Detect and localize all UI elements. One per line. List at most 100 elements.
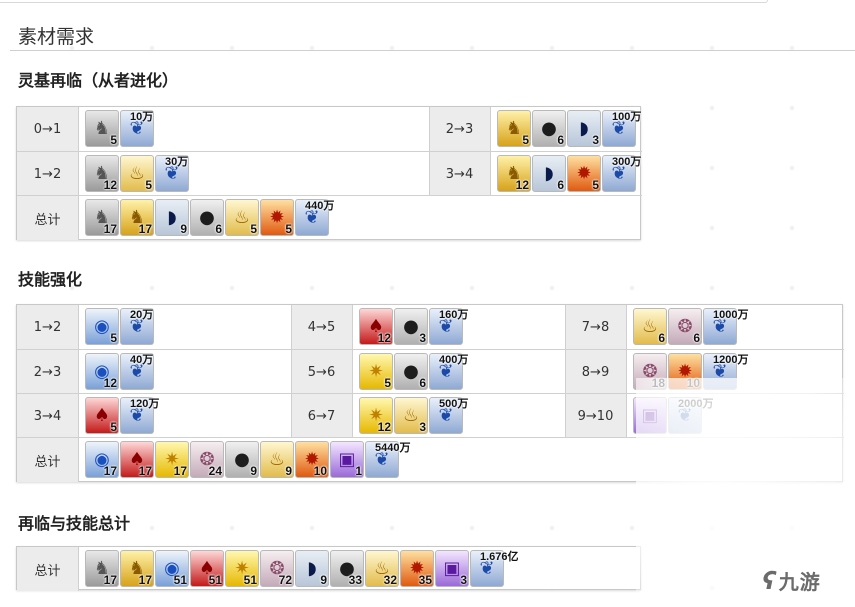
material-item[interactable]: ♠ 17 <box>120 441 154 478</box>
material-cell: ◉ 5 ❦ 20万 <box>79 305 291 349</box>
material-item[interactable]: ✹ 35 <box>400 550 434 587</box>
item-count: 17 <box>138 222 152 236</box>
material-item[interactable]: ✷ 51 <box>225 550 259 587</box>
qp-item[interactable]: ❦ 10万 <box>120 110 154 147</box>
level-label: 总计 <box>17 196 79 240</box>
material-item[interactable]: ● 6 <box>190 199 224 236</box>
qp-item[interactable]: ❦ 400万 <box>429 353 468 390</box>
qp-item[interactable]: ❦ 40万 <box>120 353 154 390</box>
item-count: 51 <box>208 573 222 587</box>
material-item[interactable]: ♞ 12 <box>85 155 119 192</box>
watermark-logo: ʕ九游 <box>759 566 821 595</box>
material-item[interactable]: ◉ 5 <box>85 308 119 345</box>
qp-item[interactable]: ❦ 30万 <box>155 155 189 192</box>
material-item[interactable]: ♞ 5 <box>497 110 531 147</box>
material-item[interactable]: ♨ 5 <box>225 199 259 236</box>
item-count: 12 <box>377 420 391 434</box>
material-item[interactable]: ✷ 17 <box>155 441 189 478</box>
level-label: 3→4 <box>429 152 491 196</box>
material-item[interactable]: ● 6 <box>532 110 566 147</box>
level-label: 9→10 <box>565 394 627 438</box>
qp-item[interactable]: ❦ 500万 <box>429 397 468 434</box>
material-item[interactable]: ● 6 <box>394 353 428 390</box>
material-item[interactable]: ♠ 12 <box>359 308 393 345</box>
qp-item[interactable]: ❦ 120万 <box>120 397 159 434</box>
material-list: ♞ 17 ♞ 17 ◉ 51 ♠ 51 ✷ 51 ❂ 72 ◗ 9 ● 33 ♨ 32 ✹ 35 ▣ 3 ❦ 1.676亿 <box>85 550 519 587</box>
item-count: 10 <box>313 464 327 478</box>
material-item[interactable]: ✷ 5 <box>359 353 393 390</box>
item-count: 5 <box>110 133 117 147</box>
item-count: 5 <box>145 178 152 192</box>
item-count: 12 <box>103 178 117 192</box>
material-item[interactable]: ❂ 6 <box>668 308 702 345</box>
material-item[interactable]: ◗ 9 <box>155 199 189 236</box>
table-row: 1→2 ◉ 5 ❦ 20万 4→5 ♠ 12 ● 3 ❦ 160万 7→8 ♨ 6 ❂ 6 ❦ 1000万 <box>17 305 844 349</box>
material-item[interactable]: ✹10 <box>295 441 329 478</box>
ascension-title: 灵基再临（从者进化） <box>18 71 179 90</box>
material-item[interactable]: ♠ 51 <box>190 550 224 587</box>
material-item[interactable]: ● 9 <box>225 441 259 478</box>
watermark-mark-icon: ʕ <box>759 567 780 595</box>
material-item[interactable]: ◗ 9 <box>295 550 329 587</box>
item-count: 17 <box>103 464 117 478</box>
column-divider <box>565 394 566 438</box>
material-item[interactable]: ✹ 5 <box>260 199 294 236</box>
qp-amount: 5440万 <box>375 442 411 454</box>
material-item[interactable]: ♞ 12 <box>497 155 531 192</box>
item-count: 17 <box>103 222 117 236</box>
column-divider <box>429 107 430 151</box>
material-item[interactable]: ♨ 9 <box>260 441 294 478</box>
total-row: 总计 ♞ 17 ♞ 17 ◗ 9 ● 6 ♨ 5 ✹ 5 ❦ 440万 <box>17 195 642 240</box>
material-item[interactable]: ◗ 6 <box>532 155 566 192</box>
qp-item[interactable]: ❦ 440万 <box>295 199 334 236</box>
grand-total-title: 再临与技能总计 <box>18 514 131 533</box>
item-count: 9 <box>285 464 292 478</box>
qp-item[interactable]: ❦ 100万 <box>602 110 641 147</box>
material-item[interactable]: ◉ 51 <box>155 550 189 587</box>
qp-item[interactable]: ❦ 300万 <box>602 155 641 192</box>
material-item[interactable]: ▣ 1 <box>330 441 364 478</box>
material-item[interactable]: ♞ 17 <box>85 550 119 587</box>
item-count: 9 <box>250 464 257 478</box>
qp-item[interactable]: ❦ 1000万 <box>703 308 748 345</box>
material-item[interactable]: ♨ 32 <box>365 550 399 587</box>
material-item[interactable]: ♨ 5 <box>120 155 154 192</box>
material-item[interactable]: ● 3 <box>394 308 428 345</box>
item-count: 6 <box>419 376 426 390</box>
material-item[interactable]: ❂ 24 <box>190 441 224 478</box>
item-count: 3 <box>419 331 426 345</box>
material-item[interactable]: ● 33 <box>330 550 364 587</box>
material-item[interactable]: ✹ 5 <box>567 155 601 192</box>
qp-item[interactable]: ❦ 5440万 <box>365 441 410 478</box>
material-item[interactable]: ♠ 5 <box>85 397 119 434</box>
material-item[interactable]: ◗ 3 <box>567 110 601 147</box>
qp-item[interactable]: ❦ 20万 <box>120 308 154 345</box>
material-item[interactable]: ♞ 17 <box>85 199 119 236</box>
level-label: 2→3 <box>429 107 491 151</box>
material-item[interactable]: ◉ 17 <box>85 441 119 478</box>
item-count: 12 <box>103 376 117 390</box>
qp-item[interactable]: ❦ 1.676亿 <box>470 550 519 587</box>
material-item[interactable]: ▣ 3 <box>435 550 469 587</box>
material-item[interactable]: ♞ 17 <box>120 550 154 587</box>
material-item[interactable]: ♨ 6 <box>633 308 667 345</box>
material-list: ◉ 5 ❦ 20万 <box>85 308 155 345</box>
level-label: 1→2 <box>17 152 79 196</box>
column-divider <box>565 305 566 349</box>
column-divider <box>429 152 430 196</box>
table-row: 0→1 ♞ 5 ❦ 10万 2→3 ♞ 5 ● 6 ◗ 3 ❦ 100万 <box>17 107 642 151</box>
material-cell: ♞ 17 ♞ 17 ◗ 9 ● 6 ♨ 5 ✹ 5 ❦ 440万 <box>79 196 642 240</box>
material-item[interactable]: ❂ 72 <box>260 550 294 587</box>
total-row: 总计 ♞ 17 ♞ 17 ◉ 51 ♠ 51 ✷ 51 ❂ 72 ◗ 9 ● 33 ♨ 32 ✹ 35 ▣ 3 ❦ 1.676亿 <box>17 547 642 591</box>
material-item[interactable]: ♞ 5 <box>85 110 119 147</box>
qp-item[interactable]: ❦ 160万 <box>429 308 468 345</box>
item-count: 5 <box>384 376 391 390</box>
material-item[interactable]: ◉ 12 <box>85 353 119 390</box>
item-count: 6 <box>215 222 222 236</box>
material-item[interactable]: ♨ 3 <box>394 397 428 434</box>
material-item[interactable]: ♞ 17 <box>120 199 154 236</box>
qp-amount: 1000万 <box>713 309 749 321</box>
qp-amount: 30万 <box>165 156 189 168</box>
item-count: 5 <box>110 331 117 345</box>
material-item[interactable]: ✷ 12 <box>359 397 393 434</box>
